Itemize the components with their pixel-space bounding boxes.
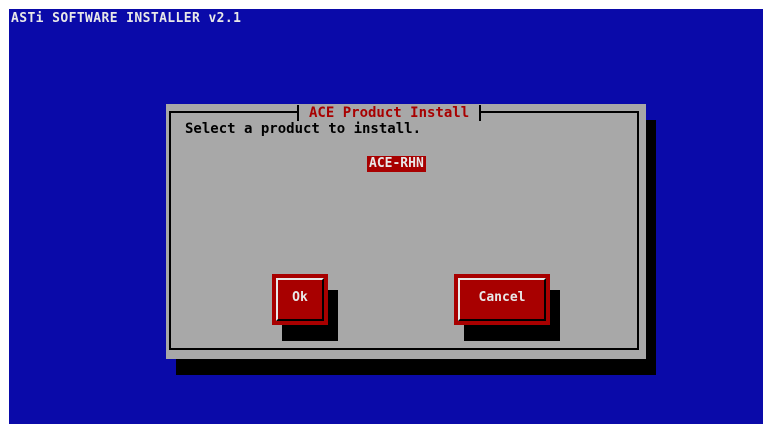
dialog-title: ACE Product Install	[297, 105, 482, 121]
dialog-frame: ACE Product Install	[169, 105, 639, 350]
dialog-prompt: Select a product to install.	[185, 121, 422, 137]
product-install-dialog: ACE Product Install Select a product to …	[166, 104, 646, 359]
ok-button[interactable]: Ok	[272, 274, 328, 325]
product-list-item-ace-rhn[interactable]: ACE-RHN	[367, 156, 426, 172]
ok-button-label: Ok	[292, 290, 308, 305]
cancel-button-label: Cancel	[478, 290, 526, 305]
installer-screen: ASTi SOFTWARE INSTALLER v2.1 ACE Product…	[9, 9, 763, 424]
installer-title: ASTi SOFTWARE INSTALLER v2.1	[11, 11, 242, 26]
cancel-button[interactable]: Cancel	[454, 274, 550, 325]
